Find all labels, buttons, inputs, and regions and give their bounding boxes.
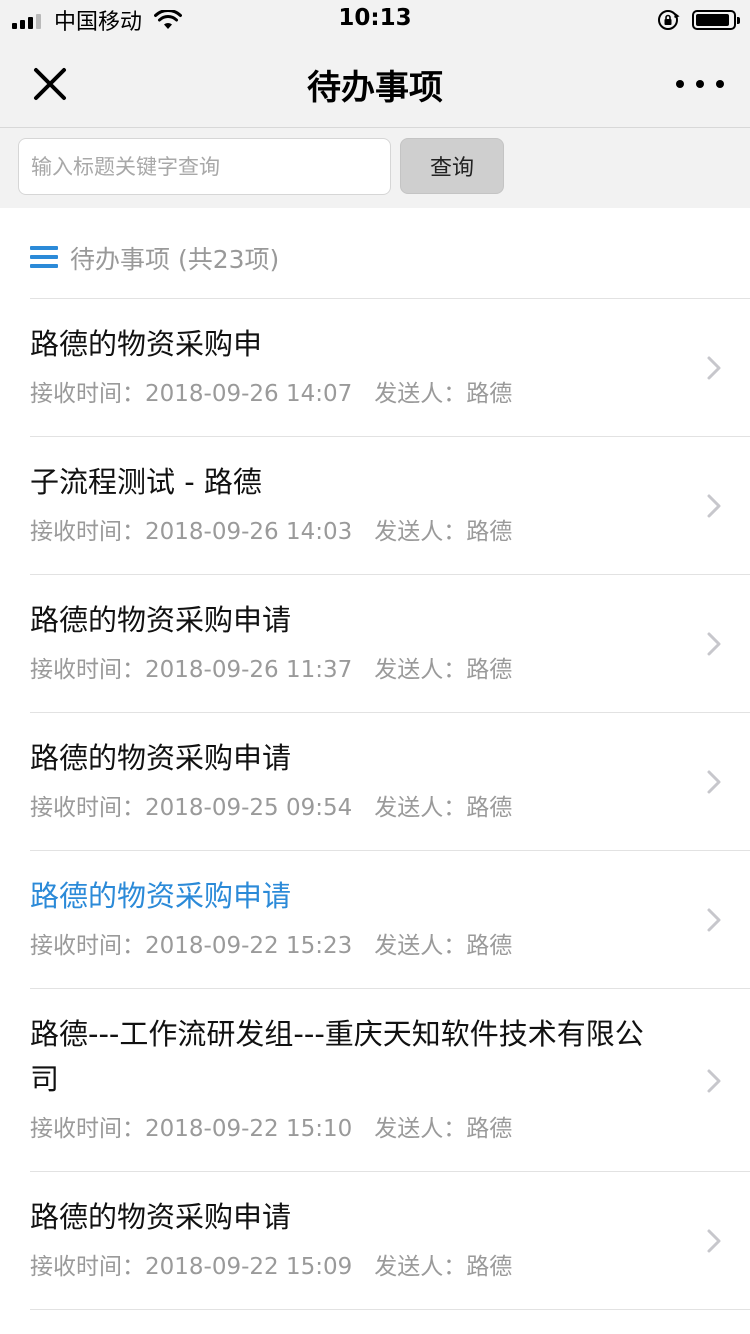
- todo-list-item-active[interactable]: 路德的物资采购申请 接收时间：2018-09-22 15:23 发送人：路德: [0, 851, 750, 989]
- sender-name: 路德: [466, 381, 513, 407]
- sender-name: 路德: [466, 1116, 513, 1142]
- item-meta: 接收时间：2018-09-26 14:07 发送人：路德: [30, 367, 670, 437]
- status-bar: 中国移动 10:13: [0, 0, 750, 40]
- received-time: 2018-09-25 09:54: [145, 795, 353, 821]
- received-label: 接收时间：: [30, 1254, 145, 1280]
- item-meta: 接收时间：2018-09-26 14:03 发送人：路德: [30, 505, 670, 575]
- received-time: 2018-09-22 15:09: [145, 1254, 353, 1280]
- todo-list-item[interactable]: 路德的物资采购申请 接收时间：2018-09-25 09:54 发送人：路德: [0, 713, 750, 851]
- sender-label: 发送人：: [374, 1116, 467, 1142]
- chevron-right-icon: [707, 1229, 721, 1253]
- received-time: 2018-09-26 14:07: [145, 381, 353, 407]
- received-label: 接收时间：: [30, 795, 145, 821]
- battery-icon: [692, 10, 740, 30]
- list-header: 待办事项 (共23项): [0, 208, 750, 300]
- sender-name: 路德: [466, 1254, 513, 1280]
- received-time: 2018-09-26 11:37: [145, 657, 353, 683]
- sender-name: 路德: [466, 519, 513, 545]
- chevron-right-icon: [707, 770, 721, 794]
- search-input[interactable]: [18, 138, 391, 195]
- item-title: 路德的物资采购申请: [30, 879, 292, 913]
- todo-list-item[interactable]: 子流程测试 - 路德 接收时间：2018-09-26 14:03 发送人：路德: [0, 437, 750, 575]
- item-title: 路德的物资采购申: [30, 327, 263, 361]
- sender-name: 路德: [466, 933, 513, 959]
- page-title: 待办事项: [307, 68, 443, 108]
- item-meta: 接收时间：2018-09-22 15:23 发送人：路德: [30, 919, 670, 989]
- sender-label: 发送人：: [374, 519, 467, 545]
- item-title: 子流程测试 - 路德: [30, 465, 262, 499]
- received-label: 接收时间：: [30, 933, 145, 959]
- nav-bar: 待办事项: [0, 40, 750, 128]
- received-label: 接收时间：: [30, 519, 145, 545]
- chevron-right-icon: [707, 1069, 721, 1092]
- received-time: 2018-09-22 15:10: [145, 1116, 353, 1142]
- todo-list-item[interactable]: 路德的物资采购申请 接收时间：2018-09-26 11:37 发送人：路德: [0, 575, 750, 713]
- item-meta: 接收时间：2018-09-22 15:10 发送人：路德: [30, 1102, 670, 1172]
- chevron-right-icon: [707, 494, 721, 518]
- item-title: 路德的物资采购申请: [30, 741, 292, 775]
- sender-label: 发送人：: [374, 1254, 467, 1280]
- sender-name: 路德: [466, 795, 513, 821]
- search-area: 查询: [0, 128, 750, 208]
- received-label: 接收时间：: [30, 657, 145, 683]
- todo-list-item[interactable]: 路德---工作流研发组---重庆天知软件技术有限公司 接收时间：2018-09-…: [0, 989, 750, 1172]
- chevron-right-icon: [707, 356, 721, 380]
- sender-label: 发送人：: [374, 657, 467, 683]
- search-button[interactable]: 查询: [400, 138, 504, 194]
- todo-list: 路德的物资采购申 接收时间：2018-09-26 14:07 发送人：路德 子流程…: [0, 299, 750, 1310]
- todo-list-item[interactable]: 路德的物资采购申 接收时间：2018-09-26 14:07 发送人：路德: [0, 299, 750, 437]
- sender-name: 路德: [466, 657, 513, 683]
- received-label: 接收时间：: [30, 381, 145, 407]
- chevron-right-icon: [707, 632, 721, 656]
- item-meta: 接收时间：2018-09-25 09:54 发送人：路德: [30, 781, 670, 851]
- more-options-icon[interactable]: [676, 64, 724, 104]
- chevron-right-icon: [707, 908, 721, 932]
- received-time: 2018-09-26 14:03: [145, 519, 353, 545]
- sender-label: 发送人：: [374, 795, 467, 821]
- sender-label: 发送人：: [374, 933, 467, 959]
- rotation-lock-icon: [658, 10, 680, 30]
- sender-label: 发送人：: [374, 381, 467, 407]
- list-menu-icon: [30, 246, 58, 268]
- status-right: [656, 7, 740, 33]
- received-label: 接收时间：: [30, 1116, 145, 1142]
- item-meta: 接收时间：2018-09-22 15:09 发送人：路德: [30, 1240, 670, 1310]
- todo-list-item[interactable]: 路德的物资采购申请 接收时间：2018-09-22 15:09 发送人：路德: [0, 1172, 750, 1310]
- item-title: 路德的物资采购申请: [30, 603, 292, 637]
- item-title: 路德---工作流研发组---重庆天知软件技术有限公司: [30, 1017, 644, 1096]
- item-meta: 接收时间：2018-09-26 11:37 发送人：路德: [30, 643, 670, 713]
- status-time: 10:13: [338, 5, 412, 31]
- list-header-title: 待办事项 (共23项): [70, 245, 280, 274]
- item-title: 路德的物资采购申请: [30, 1200, 292, 1234]
- received-time: 2018-09-22 15:23: [145, 933, 353, 959]
